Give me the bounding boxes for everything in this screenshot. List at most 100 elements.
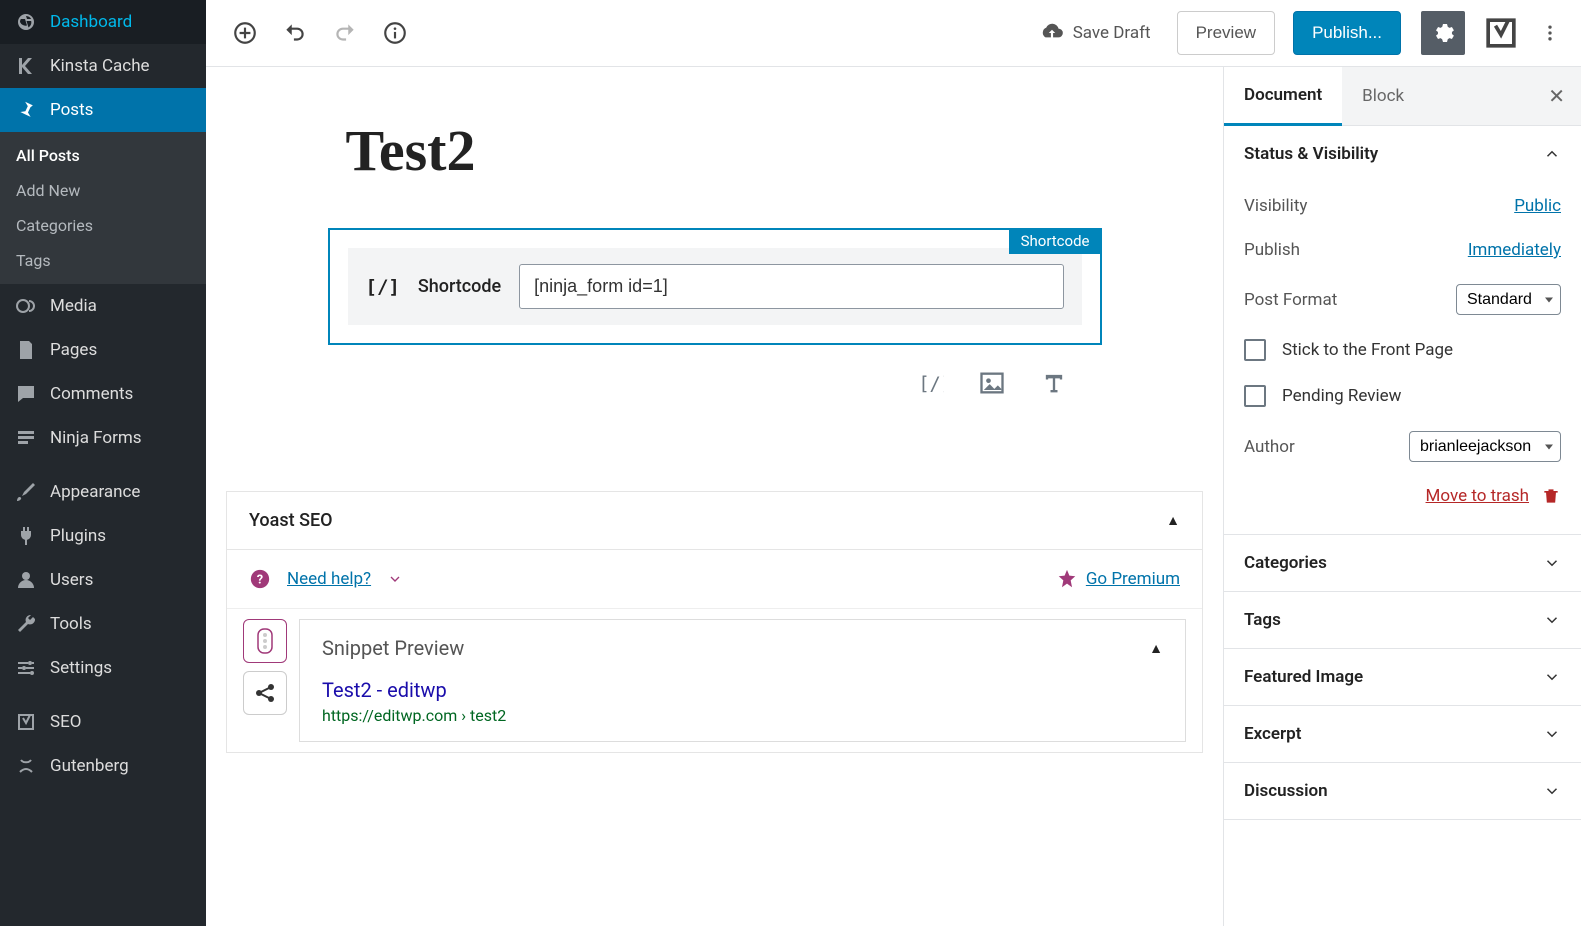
sidebar-item-appearance[interactable]: Appearance (0, 470, 206, 514)
sidebar-item-label: Posts (50, 100, 93, 120)
main-area: Save Draft Preview Publish... Test2 Shor… (206, 0, 1581, 926)
section-categories[interactable]: Categories (1224, 535, 1581, 591)
gutenberg-icon (14, 754, 38, 778)
inserter-row: [/] (328, 345, 1102, 421)
pin-icon (14, 98, 38, 122)
sidebar-sub-tags[interactable]: Tags (0, 243, 206, 278)
sidebar-item-label: Settings (50, 658, 112, 678)
sidebar-item-label: Tools (50, 614, 92, 634)
brush-icon (14, 480, 38, 504)
shortcode-icon: [/] (366, 276, 400, 298)
svg-text:?: ? (257, 573, 263, 588)
author-select[interactable]: brianleejackson (1409, 431, 1561, 462)
add-block-button[interactable] (224, 12, 266, 54)
post-format-label: Post Format (1244, 290, 1337, 310)
tab-document[interactable]: Document (1224, 67, 1342, 126)
sidebar-item-comments[interactable]: Comments (0, 372, 206, 416)
sidebar-item-label: SEO (50, 712, 81, 732)
sidebar-item-label: Appearance (50, 482, 140, 502)
settings-toggle-button[interactable] (1421, 11, 1465, 55)
section-excerpt[interactable]: Excerpt (1224, 706, 1581, 762)
sidebar-item-settings[interactable]: Settings (0, 646, 206, 690)
sidebar-item-label: Media (50, 296, 97, 316)
section-status-visibility[interactable]: Status & Visibility (1224, 126, 1581, 182)
collapse-icon[interactable]: ▲ (1149, 640, 1163, 657)
chevron-down-icon (1543, 554, 1561, 572)
preview-button[interactable]: Preview (1177, 11, 1275, 55)
yoast-toggle-button[interactable] (1479, 11, 1523, 55)
pending-label: Pending Review (1282, 386, 1401, 406)
sidebar-item-users[interactable]: Users (0, 558, 206, 602)
sidebar-item-ninja-forms[interactable]: Ninja Forms (0, 416, 206, 460)
close-settings-button[interactable]: ✕ (1532, 84, 1581, 108)
snippet-result-url: https://editwp.com › test2 (322, 706, 1163, 725)
sidebar-item-kinsta[interactable]: Kinsta Cache (0, 44, 206, 88)
block-type-badge: Shortcode (1009, 228, 1102, 254)
sidebar-item-label: Gutenberg (50, 756, 129, 776)
help-icon: ? (249, 568, 271, 590)
redo-button[interactable] (324, 12, 366, 54)
chevron-up-icon (1543, 145, 1561, 163)
sidebar-item-dashboard[interactable]: Dashboard (0, 0, 206, 44)
dashboard-icon (14, 10, 38, 34)
sidebar-item-tools[interactable]: Tools (0, 602, 206, 646)
chevron-down-icon (1543, 611, 1561, 629)
cloud-icon (1039, 20, 1065, 46)
sidebar-sub-add-new[interactable]: Add New (0, 173, 206, 208)
more-options-button[interactable] (1537, 11, 1563, 55)
pending-checkbox[interactable] (1244, 385, 1266, 407)
sidebar-item-label: Users (50, 570, 93, 590)
sidebar-item-posts[interactable]: Posts (0, 88, 206, 132)
insert-shortcode-button[interactable]: [/] (914, 367, 946, 399)
comments-icon (14, 382, 38, 406)
collapse-icon[interactable]: ▲ (1166, 512, 1180, 529)
go-premium-link[interactable]: Go Premium (1086, 569, 1180, 589)
editor-column: Test2 Shortcode [/] Shortcode [/] (206, 67, 1223, 926)
readability-tab[interactable] (243, 619, 287, 663)
snippet-preview-title: Snippet Preview (322, 636, 464, 660)
snippet-result-title: Test2 - editwp (322, 678, 1163, 702)
sidebar-item-gutenberg[interactable]: Gutenberg (0, 744, 206, 788)
sidebar-item-plugins[interactable]: Plugins (0, 514, 206, 558)
sidebar-item-pages[interactable]: Pages (0, 328, 206, 372)
shortcode-block[interactable]: Shortcode [/] Shortcode (328, 228, 1102, 345)
author-label: Author (1244, 437, 1295, 457)
social-tab[interactable] (243, 671, 287, 715)
section-tags[interactable]: Tags (1224, 592, 1581, 648)
sidebar-item-label: Ninja Forms (50, 428, 142, 448)
kinsta-icon (14, 54, 38, 78)
sliders-icon (14, 656, 38, 680)
sidebar-sub-categories[interactable]: Categories (0, 208, 206, 243)
post-format-select[interactable]: Standard (1456, 284, 1561, 315)
sidebar-sub-all-posts[interactable]: All Posts (0, 138, 206, 173)
insert-text-button[interactable] (1038, 367, 1070, 399)
visibility-value[interactable]: Public (1514, 196, 1561, 216)
stick-checkbox[interactable] (1244, 339, 1266, 361)
trash-icon (1541, 486, 1561, 506)
post-title[interactable]: Test2 (328, 117, 1102, 184)
save-draft-button[interactable]: Save Draft (1039, 20, 1151, 46)
section-discussion[interactable]: Discussion (1224, 763, 1581, 819)
sidebar-item-label: Kinsta Cache (50, 56, 150, 76)
chevron-down-icon (1543, 725, 1561, 743)
need-help-link[interactable]: Need help? (287, 569, 371, 589)
publish-value[interactable]: Immediately (1468, 240, 1561, 260)
shortcode-label: Shortcode (418, 276, 501, 297)
shortcode-input[interactable] (519, 264, 1063, 309)
insert-image-button[interactable] (976, 367, 1008, 399)
info-button[interactable] (374, 12, 416, 54)
sidebar-item-media[interactable]: Media (0, 284, 206, 328)
sidebar-item-seo[interactable]: SEO (0, 700, 206, 744)
publish-button[interactable]: Publish... (1293, 11, 1401, 55)
undo-button[interactable] (274, 12, 316, 54)
tab-block[interactable]: Block (1342, 68, 1424, 124)
chevron-down-icon[interactable] (387, 571, 403, 587)
sidebar-item-label: Pages (50, 340, 97, 360)
chevron-down-icon (1543, 782, 1561, 800)
svg-text:[/]: [/] (918, 374, 944, 395)
sidebar-item-label: Dashboard (50, 12, 132, 32)
section-featured-image[interactable]: Featured Image (1224, 649, 1581, 705)
user-icon (14, 568, 38, 592)
editor-toolbar: Save Draft Preview Publish... (206, 0, 1581, 67)
move-to-trash-link[interactable]: Move to trash (1426, 486, 1529, 506)
